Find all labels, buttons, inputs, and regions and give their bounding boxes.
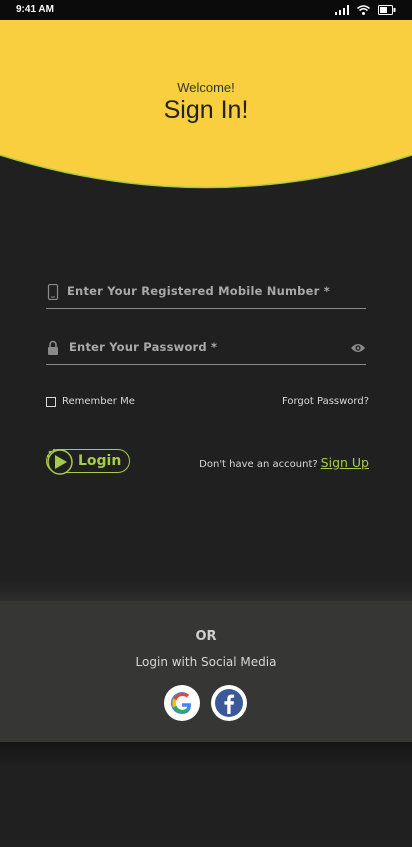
forgot-password-link[interactable]: Forgot Password?: [282, 396, 369, 407]
password-field[interactable]: Enter Your Password *: [46, 336, 366, 365]
social-login-panel: OR Login with Social Media: [0, 598, 412, 742]
status-bar: 9:41 AM: [0, 0, 412, 20]
mobile-field[interactable]: Enter Your Registered Mobile Number *: [46, 280, 366, 309]
remember-label: Remember Me: [62, 396, 135, 407]
mobile-placeholder: Enter Your Registered Mobile Number *: [67, 284, 330, 298]
lock-icon: [48, 340, 58, 355]
password-placeholder: Enter Your Password *: [69, 340, 218, 354]
divider-shadow: [0, 580, 412, 598]
facebook-login-button[interactable]: [211, 685, 247, 721]
welcome-text: Welcome!: [177, 80, 235, 95]
wifi-icon: [357, 5, 370, 15]
remember-me[interactable]: Remember Me: [46, 396, 135, 407]
signup-prompt: Don't have an account?: [199, 459, 318, 470]
login-label: Login: [78, 453, 122, 469]
signup-row: Don't have an account? Sign Up: [199, 455, 369, 470]
battery-icon: [378, 5, 396, 15]
header-banner: Welcome! Sign In!: [0, 20, 412, 190]
signal-icon: [335, 5, 349, 15]
or-label: OR: [195, 629, 217, 644]
signup-link[interactable]: Sign Up: [321, 455, 369, 470]
google-login-button[interactable]: [164, 685, 200, 721]
phone-icon: [47, 284, 59, 300]
facebook-icon: [215, 689, 243, 717]
login-button[interactable]: Login: [46, 448, 130, 475]
eye-icon[interactable]: [350, 342, 366, 354]
social-login-label: Login with Social Media: [135, 655, 277, 669]
google-icon: [170, 692, 192, 715]
page-title: Sign In!: [163, 96, 249, 124]
play-icon: [46, 448, 73, 475]
remember-checkbox[interactable]: [46, 396, 56, 407]
bottom-shadow: [0, 742, 412, 766]
status-time: 9:41 AM: [16, 4, 54, 15]
